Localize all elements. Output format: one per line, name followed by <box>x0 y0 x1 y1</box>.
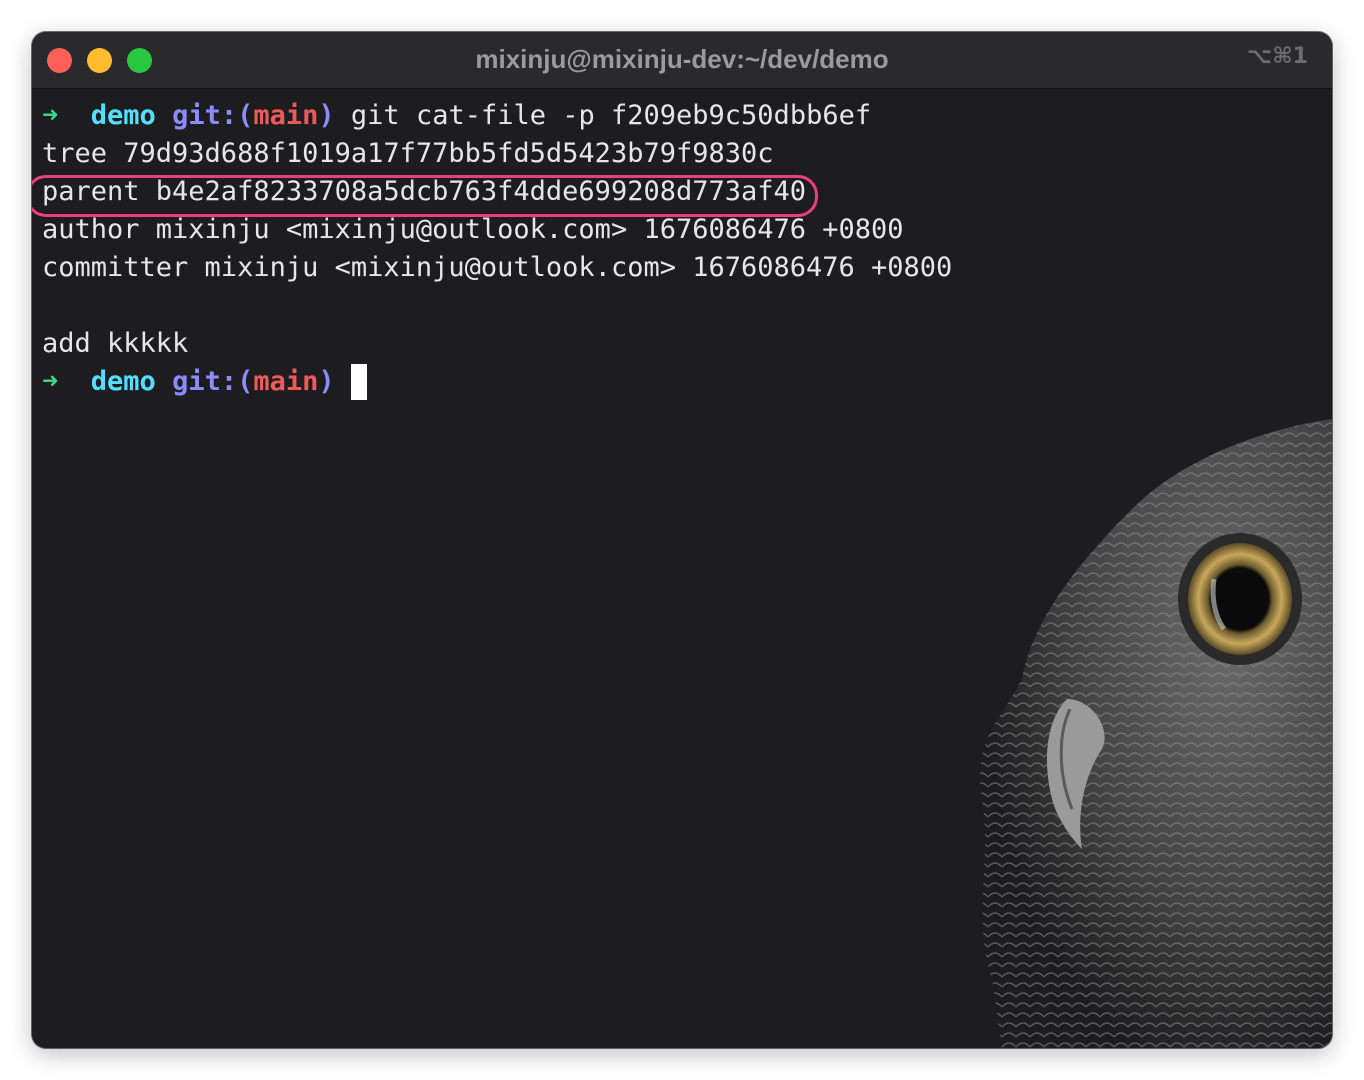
prompt-directory: demo <box>90 366 156 397</box>
prompt-git-prefix: git:( <box>172 100 254 131</box>
command-text: git cat-file -p f209eb9c50dbb6ef <box>350 100 872 131</box>
prompt-git-suffix: ) <box>318 100 335 131</box>
terminal-pane[interactable]: ➜ demo git:(main) git cat-file -p f209eb… <box>32 89 1332 1048</box>
prompt-branch: main <box>253 366 319 397</box>
output-message-line: add kkkkk <box>42 328 189 359</box>
tab-shortcut: ⌥⌘1 <box>1246 44 1308 69</box>
prompt-branch: main <box>253 100 319 131</box>
output-committer-line: committer mixinju <mixinju@outlook.com> … <box>42 252 953 283</box>
text-cursor[interactable] <box>350 364 367 400</box>
window-title: mixinju@mixinju-dev:~/dev/demo <box>475 44 889 74</box>
owl-illustration <box>980 419 1332 1048</box>
prompt-arrow-icon: ➜ <box>42 100 59 131</box>
prompt-directory: demo <box>90 100 156 131</box>
prompt-git-suffix: ) <box>318 366 335 397</box>
prompt-git-prefix: git:( <box>172 366 254 397</box>
output-tree-line: tree 79d93d688f1019a17f77bb5fd5d5423b79f… <box>42 138 774 169</box>
terminal-window: mixinju@mixinju-dev:~/dev/demo ⌥⌘1 ➜ dem… <box>32 32 1332 1048</box>
prompt-line: ➜ demo git:(main) git cat-file -p f209eb… <box>42 97 871 135</box>
output-parent-line: parent b4e2af8233708a5dcb763f4dde699208d… <box>42 176 807 207</box>
output-author-line: author mixinju <mixinju@outlook.com> 167… <box>42 214 904 245</box>
title-bar: mixinju@mixinju-dev:~/dev/demo ⌥⌘1 <box>32 32 1332 89</box>
prompt-arrow-icon: ➜ <box>42 366 59 397</box>
active-prompt-line: ➜ demo git:(main) <box>42 363 367 401</box>
